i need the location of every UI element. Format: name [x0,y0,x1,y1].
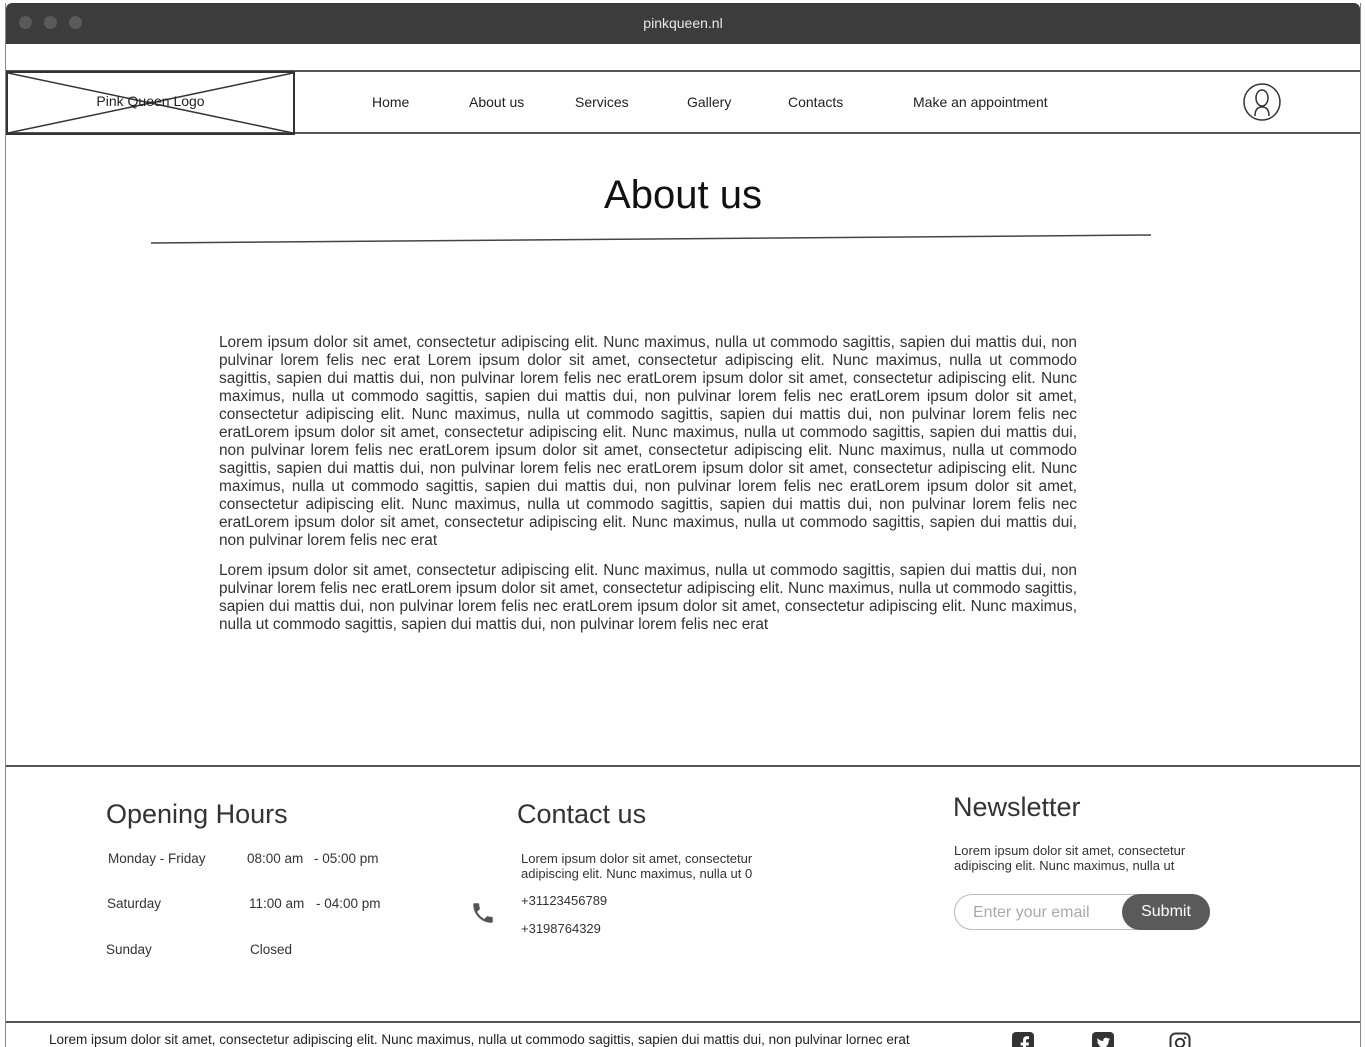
title-divider [151,234,1152,244]
page-title: About us [604,173,762,217]
hours-open: 08:00 am [247,851,304,866]
newsletter-form: Submit [954,894,1210,930]
submit-button[interactable]: Submit [1122,894,1210,930]
nav-make-appointment[interactable]: Make an appointment [913,94,1048,110]
nav-gallery[interactable]: Gallery [687,94,731,110]
nav-services[interactable]: Services [575,94,629,110]
browser-domain: pinkqueen.nl [643,15,723,31]
hours-day: Sunday [106,942,152,957]
about-paragraph: Lorem ipsum dolor sit amet, consectetur … [219,334,1077,549]
bottom-text: Lorem ipsum dolor sit amet, consectetur … [49,1032,910,1047]
newsletter-title: Newsletter [953,792,1081,822]
bottom-bar: Lorem ipsum dolor sit amet, consectetur … [6,1025,1360,1047]
contact-phone[interactable]: +31123456789 [521,893,607,908]
nav-contacts[interactable]: Contacts [788,94,843,110]
main-nav: Home About us Services Gallery Contacts … [6,72,1360,132]
email-input[interactable] [957,898,1135,928]
about-content: Lorem ipsum dolor sit amet, consectetur … [219,334,1077,646]
nav-about-us[interactable]: About us [469,94,524,110]
browser-titlebar: pinkqueen.nl [6,3,1360,44]
twitter-icon[interactable] [1092,1032,1114,1047]
about-paragraph: Lorem ipsum dolor sit amet, consectetur … [219,562,1077,633]
contact-title: Contact us [517,799,647,829]
hours-open: 11:00 am [249,896,305,911]
hours-day: Saturday [107,896,162,911]
phone-icon [473,903,493,923]
contact-phone[interactable]: +3198764329 [521,921,601,936]
site-footer: Opening Hours Monday - Friday 08:00 am -… [6,765,1360,1023]
user-avatar-icon[interactable] [1243,83,1281,121]
newsletter-text: Lorem ipsum dolor sit amet, consectetur … [954,843,1186,873]
instagram-icon[interactable] [1169,1032,1191,1047]
browser-window: pinkqueen.nl Pink Queen Logo Home About … [5,3,1361,1047]
hours-open: Closed [250,942,293,957]
opening-hours-title: Opening Hours [106,799,288,829]
hours-close: - 05:00 pm [314,851,379,866]
site-header: Pink Queen Logo Home About us Services G… [6,70,1360,135]
nav-home[interactable]: Home [372,94,409,110]
contact-text: Lorem ipsum dolor sit amet, consectetur … [521,851,753,881]
hours-close: - 04:00 pm [316,896,381,911]
hours-day: Monday - Friday [108,851,206,866]
facebook-icon[interactable] [1012,1032,1034,1047]
